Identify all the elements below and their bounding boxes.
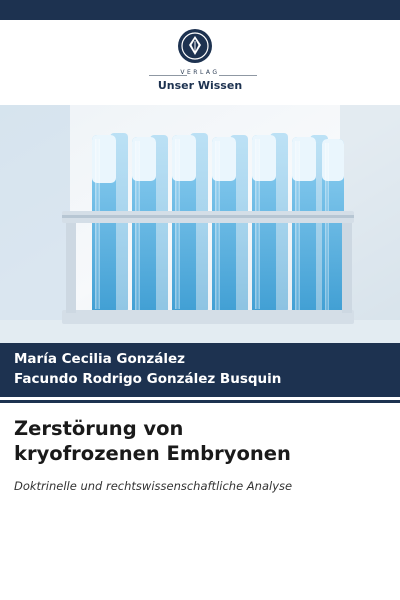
title-line: Zerstörung von bbox=[14, 417, 184, 440]
title-line: kryofrozenen Embryonen bbox=[14, 442, 291, 465]
book-subtitle: Doktrinelle und rechtswissenschaftliche … bbox=[14, 479, 293, 493]
author-name: Facundo Rodrigo González Busquin bbox=[14, 371, 282, 387]
test-tubes-photo-icon bbox=[0, 105, 400, 343]
publisher-emblem-icon bbox=[178, 29, 212, 63]
imprint-label: VERLAG bbox=[180, 69, 220, 76]
book-title: Zerstörung von kryofrozenen Embryonen bbox=[14, 416, 384, 466]
top-bar bbox=[0, 0, 400, 20]
divider bbox=[0, 400, 400, 403]
book-cover: VERLAG Unser Wissen María Cecilia Gonzál… bbox=[0, 0, 400, 600]
author-name: María Cecilia González bbox=[14, 351, 185, 367]
publisher-logo: VERLAG Unser Wissen bbox=[0, 24, 400, 96]
cover-photo bbox=[0, 105, 400, 343]
publisher-name: Unser Wissen bbox=[157, 79, 243, 92]
